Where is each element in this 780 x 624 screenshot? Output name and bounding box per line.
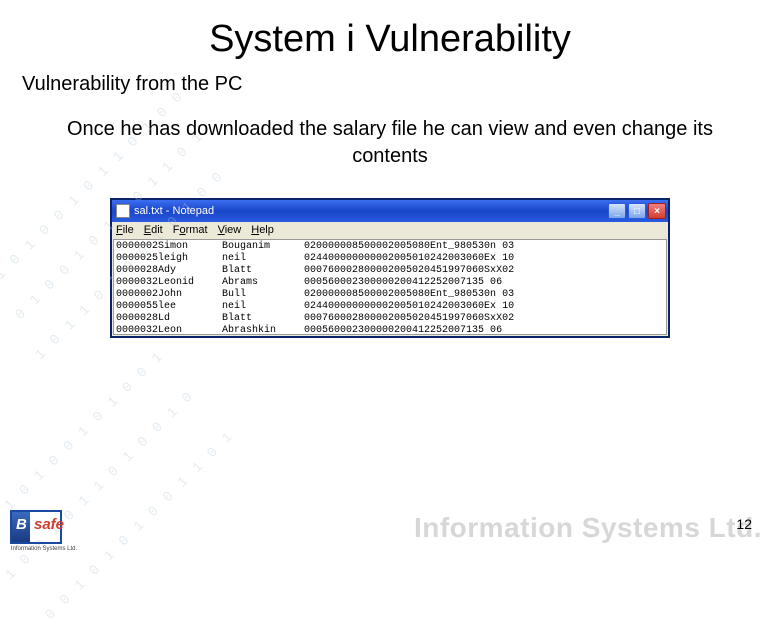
window-title: sal.txt - Notepad (134, 205, 214, 217)
text-area[interactable]: 0000002Simon 0000025leigh 0000028Ady 000… (113, 239, 667, 335)
menu-edit[interactable]: Edit (144, 224, 163, 236)
notepad-window: sal.txt - Notepad _ □ × File Edit Format… (110, 198, 670, 338)
menubar: File Edit Format View Help (112, 222, 668, 238)
menu-format[interactable]: Format (173, 224, 208, 236)
titlebar[interactable]: sal.txt - Notepad _ □ × (112, 200, 668, 222)
menu-view[interactable]: View (218, 224, 242, 236)
notepad-icon (116, 204, 130, 218)
slide-body-text: Once he has downloaded the salary file h… (40, 116, 740, 170)
watermark-text: Information Systems Ltd. (414, 512, 762, 544)
bg-decoration: 1 0 0 1 0 1 1 0 1 0 0 1 0 (2, 388, 197, 583)
menu-help[interactable]: Help (251, 224, 274, 236)
data-col-2: Bouganim neil Blatt Abrams Bull neil Bla… (222, 241, 276, 333)
data-col-3: 020000008500002005080Ent_980530n 03 0244… (304, 241, 514, 333)
page-number: 12 (736, 516, 752, 532)
slide-title: System i Vulnerability (0, 18, 780, 61)
minimize-button[interactable]: _ (608, 203, 626, 219)
menu-file[interactable]: File (116, 224, 134, 236)
close-button[interactable]: × (648, 203, 666, 219)
data-col-1: 0000002Simon 0000025leigh 0000028Ady 000… (116, 241, 194, 333)
maximize-button[interactable]: □ (628, 203, 646, 219)
logo-caption: Information Systems Ltd. (10, 546, 78, 552)
company-logo: Bsafe Information Systems Ltd. (10, 510, 78, 552)
slide-subtitle: Vulnerability from the PC (22, 73, 780, 96)
